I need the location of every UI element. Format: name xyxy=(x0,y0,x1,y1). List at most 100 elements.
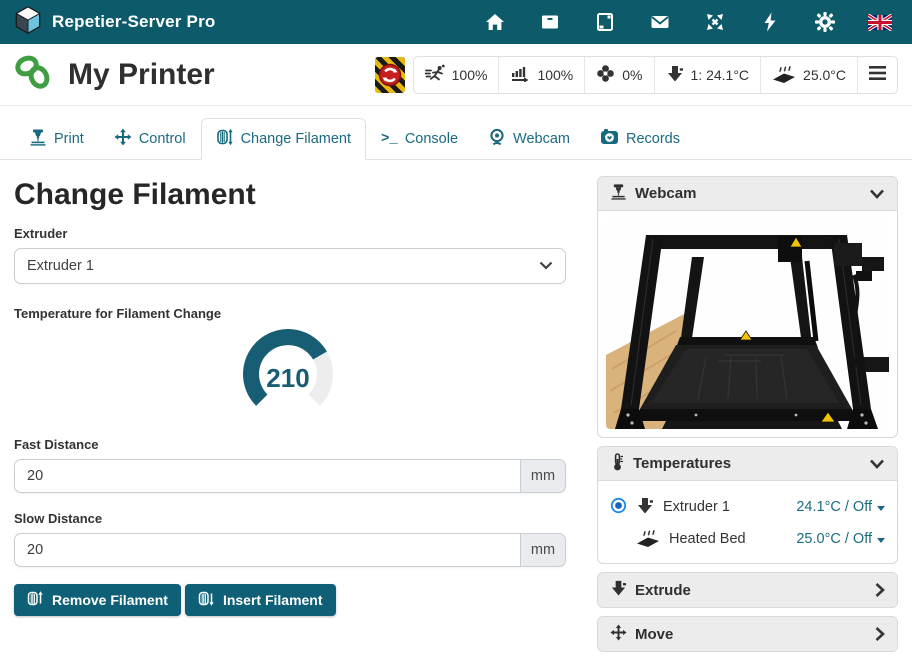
chevron-right-icon xyxy=(875,626,885,642)
insert-filament-label: Insert Filament xyxy=(223,592,323,608)
extruder-icon xyxy=(636,496,654,519)
emergency-stop-button[interactable] xyxy=(375,57,405,93)
flow-icon xyxy=(510,64,530,85)
tab-control[interactable]: Control xyxy=(99,118,201,160)
temperature-dial-value: 210 xyxy=(236,363,340,394)
webcam-panel: Webcam xyxy=(597,176,898,438)
brand-logo-icon xyxy=(14,6,42,39)
console-icon: >_ xyxy=(381,131,398,147)
remove-filament-label: Remove Filament xyxy=(52,592,168,608)
fan-badge[interactable]: 0% xyxy=(584,57,653,93)
tab-records[interactable]: Records xyxy=(585,118,695,160)
extruder-select-value: Extruder 1 xyxy=(27,258,94,274)
flow-value: 100% xyxy=(537,67,573,83)
filament-icon xyxy=(216,128,234,150)
temperatures-panel-title: Temperatures xyxy=(633,455,731,472)
printer-icon xyxy=(610,183,627,204)
extruder-icon xyxy=(666,64,684,86)
bed-temp-text: 25.0°C / Off xyxy=(796,531,872,547)
printers-icon[interactable] xyxy=(538,10,562,34)
remove-filament-button[interactable]: Remove Filament xyxy=(14,584,181,616)
tab-print[interactable]: Print xyxy=(14,118,99,160)
slow-distance-input[interactable] xyxy=(14,533,520,567)
chevron-down-icon xyxy=(539,258,553,274)
temperature-label: Temperature for Filament Change xyxy=(14,306,566,321)
heated-bed-icon xyxy=(772,63,796,86)
caret-down-icon xyxy=(877,506,885,511)
extrude-panel-title: Extrude xyxy=(635,582,691,599)
extruder-select[interactable]: Extruder 1 xyxy=(14,248,566,284)
webcam-panel-header[interactable]: Webcam xyxy=(598,177,897,211)
temperature-row-bed: Heated Bed 25.0°C / Off xyxy=(610,523,885,555)
temperatures-panel-header[interactable]: Temperatures xyxy=(598,447,897,481)
printer-menu-button[interactable] xyxy=(857,57,897,93)
tab-webcam[interactable]: Webcam xyxy=(473,118,585,160)
page-heading: Change Filament xyxy=(14,178,566,212)
move-panel-title: Move xyxy=(635,626,673,643)
temperature-row-extruder: Extruder 1 24.1°C / Off xyxy=(610,491,885,523)
fan-value: 0% xyxy=(622,67,642,83)
fast-distance-input[interactable] xyxy=(14,459,520,493)
temperature-row-name: Heated Bed xyxy=(669,531,746,547)
temperature-dial[interactable]: 210 xyxy=(236,329,340,421)
messages-icon[interactable] xyxy=(648,10,672,34)
tab-label: Change Filament xyxy=(241,131,351,147)
hamburger-icon xyxy=(869,66,886,83)
settings-icon[interactable] xyxy=(813,10,837,34)
top-navbar: Repetier-Server Pro xyxy=(0,0,912,44)
extruder-temp-badge[interactable]: 1: 24.1°C xyxy=(654,57,761,93)
page-title: My Printer xyxy=(68,58,215,92)
extrude-panel-header[interactable]: Extrude xyxy=(598,573,897,607)
records-icon xyxy=(600,128,619,150)
webcam-image xyxy=(606,219,889,429)
tab-label: Print xyxy=(54,131,84,147)
heated-bed-icon xyxy=(636,527,660,551)
power-icon[interactable] xyxy=(758,10,782,34)
manual-icon[interactable] xyxy=(593,10,617,34)
fast-distance-label: Fast Distance xyxy=(14,437,566,452)
brand-link[interactable]: Repetier-Server Pro xyxy=(14,6,215,39)
temperatures-panel: Temperatures xyxy=(597,446,898,564)
flow-badge[interactable]: 100% xyxy=(498,57,584,93)
chevron-down-icon xyxy=(869,459,885,469)
bed-temp-dropdown[interactable]: 25.0°C / Off xyxy=(796,531,885,547)
tab-label: Control xyxy=(139,131,186,147)
connection-status-icon xyxy=(14,54,52,95)
speed-value: 100% xyxy=(452,67,488,83)
extruder-temp-text: 24.1°C / Off xyxy=(796,499,872,515)
move-panel-header[interactable]: Move xyxy=(598,617,897,651)
radio-selected-icon[interactable] xyxy=(610,497,627,518)
slow-distance-label: Slow Distance xyxy=(14,511,566,526)
tab-console[interactable]: >_ Console xyxy=(366,118,473,160)
filament-up-icon xyxy=(27,590,44,610)
move-icon xyxy=(610,624,627,645)
tab-label: Webcam xyxy=(513,131,570,147)
speed-badge[interactable]: 100% xyxy=(414,57,499,93)
tab-label: Records xyxy=(626,131,680,147)
fast-distance-unit: mm xyxy=(520,459,566,493)
home-icon[interactable] xyxy=(483,10,507,34)
move-panel: Move xyxy=(597,616,898,652)
extruder-temp-value: 1: 24.1°C xyxy=(691,67,750,83)
language-flag-icon[interactable] xyxy=(868,10,892,34)
fullscreen-icon[interactable] xyxy=(703,10,727,34)
webcam-panel-title: Webcam xyxy=(635,185,696,202)
extrude-panel: Extrude xyxy=(597,572,898,608)
filament-down-icon xyxy=(198,590,215,610)
printer-header: My Printer xyxy=(0,44,912,106)
insert-filament-button[interactable]: Insert Filament xyxy=(185,584,336,616)
extruder-icon xyxy=(610,579,627,601)
bed-temp-badge[interactable]: 25.0°C xyxy=(760,57,857,93)
chevron-right-icon xyxy=(875,582,885,598)
bed-temp-value: 25.0°C xyxy=(803,67,846,83)
fan-icon xyxy=(596,64,615,86)
webcam-icon xyxy=(488,128,506,150)
extruder-temp-dropdown[interactable]: 24.1°C / Off xyxy=(796,499,885,515)
move-icon xyxy=(114,128,132,150)
speed-icon xyxy=(425,64,445,86)
tab-change-filament[interactable]: Change Filament xyxy=(201,118,366,160)
printer-tabs: Print Control xyxy=(0,106,912,160)
brand-title: Repetier-Server Pro xyxy=(52,12,215,32)
print-icon xyxy=(29,128,47,150)
slow-distance-unit: mm xyxy=(520,533,566,567)
